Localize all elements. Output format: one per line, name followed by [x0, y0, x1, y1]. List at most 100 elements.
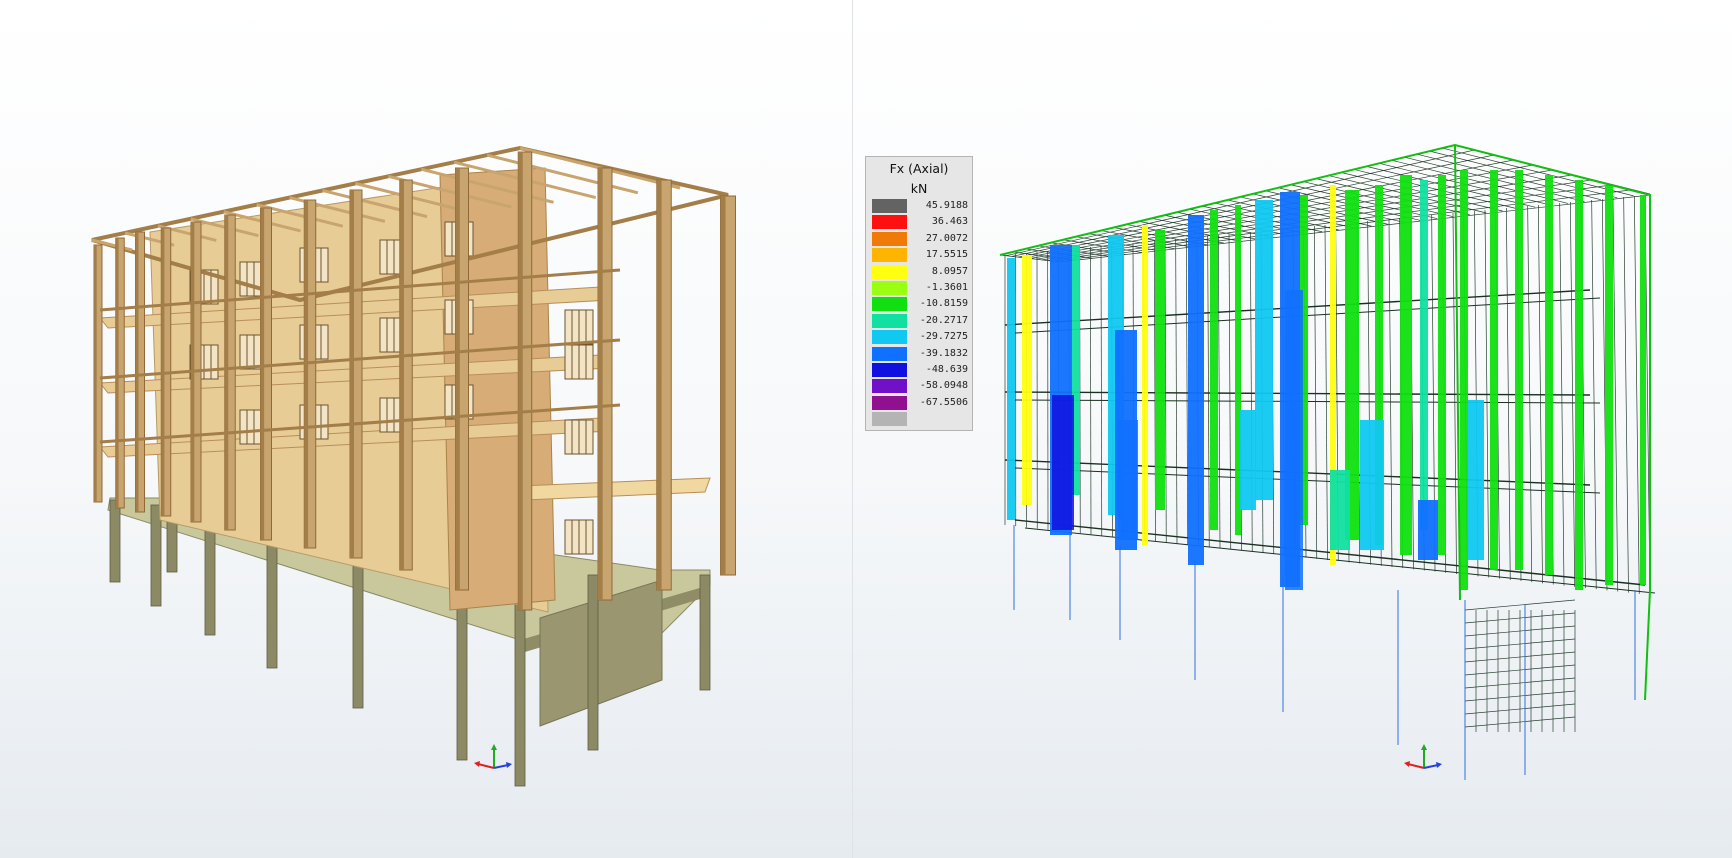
legend-entry	[872, 412, 968, 427]
axial-force-member	[1240, 410, 1256, 510]
timber-column-shade	[260, 208, 265, 540]
legend-value: -58.0948	[919, 380, 968, 392]
axial-force-member	[1285, 290, 1303, 590]
legend-value: -29.7275	[919, 331, 968, 343]
legend-entry: -29.7275	[872, 330, 968, 345]
axial-force-member	[1210, 210, 1218, 530]
legend-swatch	[872, 281, 907, 295]
legend-value: -20.2717	[919, 314, 968, 326]
mesh-line	[1442, 147, 1634, 197]
axial-force-member	[1142, 225, 1148, 545]
axial-force-member	[1490, 170, 1498, 570]
axial-force-results-model[interactable]	[852, 0, 1732, 858]
legend-unit: kN	[910, 181, 928, 196]
legend-entry: 45.9188	[872, 199, 968, 213]
timber-column-shade	[598, 168, 603, 600]
axial-force-member	[1155, 230, 1165, 510]
timber-column-shade	[656, 180, 662, 590]
mesh-line	[1313, 225, 1318, 559]
mesh-line	[1217, 234, 1221, 549]
concrete-column	[266, 527, 278, 669]
mesh-line	[1484, 209, 1490, 578]
legend-entry: -10.8159	[872, 297, 968, 312]
concrete-column	[109, 499, 121, 583]
legend-value: 36.463	[931, 216, 968, 228]
model-viewport-left[interactable]	[0, 0, 852, 858]
axial-force-member	[1007, 258, 1015, 520]
results-legend[interactable]: Fx (Axial) kN 45.9188 36.463 27.0072 17.551…	[865, 156, 973, 431]
timber-column-shade	[350, 190, 354, 558]
axial-force-member	[1515, 170, 1523, 570]
mesh-line	[1228, 233, 1232, 550]
legend-value: -67.5506	[919, 396, 968, 408]
mesh-line	[1324, 224, 1328, 561]
legend-entry: 27.0072	[872, 231, 968, 246]
legend-value: 17.5515	[925, 249, 968, 261]
mesh-line	[1623, 196, 1629, 593]
timber-column-shade	[115, 238, 119, 508]
axial-force-member	[1438, 175, 1446, 555]
axial-force-member	[1052, 395, 1074, 530]
legend-swatch	[872, 248, 907, 263]
mesh-line	[1388, 218, 1393, 568]
legend-title: Fx (Axial)	[889, 161, 949, 176]
legend-value: -48.639	[925, 364, 968, 375]
legend-entry: -58.0948	[872, 379, 968, 394]
mesh-line	[1464, 599, 1576, 611]
legend-entry: 8.0957	[872, 264, 968, 279]
concrete-column	[587, 574, 599, 751]
concrete-column	[150, 504, 162, 607]
legend-value: -10.8159	[919, 298, 968, 310]
timber-column-shade	[720, 196, 726, 575]
mesh-line	[1591, 199, 1597, 590]
mesh-line	[1089, 246, 1092, 535]
axial-force-member	[1640, 195, 1646, 585]
mesh-line	[1175, 238, 1178, 544]
mesh-line	[1429, 150, 1618, 199]
timber-column-shade	[399, 180, 404, 570]
mesh-line	[1207, 235, 1210, 548]
axial-force-member	[1545, 175, 1553, 575]
axial-force-member	[1420, 180, 1428, 530]
timber-column-shade	[455, 168, 460, 590]
results-viewport-right[interactable]	[852, 0, 1732, 858]
axial-force-member	[1468, 400, 1484, 560]
timber-column-shade	[94, 245, 97, 502]
axial-force-member	[1400, 175, 1412, 555]
axial-force-member	[1118, 420, 1138, 540]
axial-force-member	[1575, 180, 1583, 590]
axial-force-member	[1330, 470, 1350, 550]
legend-swatch	[872, 330, 907, 345]
legend-entry: -20.2717	[872, 313, 968, 328]
legend-value: 45.9188	[925, 200, 968, 211]
concrete-column	[204, 517, 216, 636]
axial-force-member	[1255, 200, 1273, 500]
axial-force-member	[1418, 500, 1438, 560]
legend-value: -1.3601	[925, 282, 968, 293]
axial-force-member	[1188, 215, 1204, 565]
legend-entry: 17.5515	[872, 248, 968, 263]
legend-swatch	[872, 199, 907, 213]
mesh-line	[1164, 239, 1167, 543]
concrete-column	[699, 574, 711, 691]
legend-swatch	[872, 231, 907, 246]
legend-swatch	[872, 412, 907, 427]
timber-column-shade	[518, 152, 523, 610]
legend-swatch	[872, 264, 907, 279]
legend-entry: -48.639	[872, 363, 968, 377]
legend-swatch	[872, 379, 907, 394]
axial-force-member	[1022, 255, 1032, 505]
timber-building-model[interactable]	[0, 0, 852, 858]
axial-force-member	[1460, 170, 1468, 590]
legend-swatch	[872, 297, 907, 312]
timber-column-shade	[224, 215, 229, 530]
mesh-line	[1633, 195, 1640, 594]
legend-entry: 36.463	[872, 215, 968, 230]
legend-value: 27.0072	[925, 232, 968, 244]
mesh-line	[1185, 237, 1189, 545]
axial-force-member	[1605, 185, 1613, 585]
legend-value: -39.1832	[919, 347, 968, 359]
timber-column-shade	[304, 200, 309, 548]
timber-column-shade	[135, 232, 139, 512]
legend-swatch	[872, 346, 907, 361]
